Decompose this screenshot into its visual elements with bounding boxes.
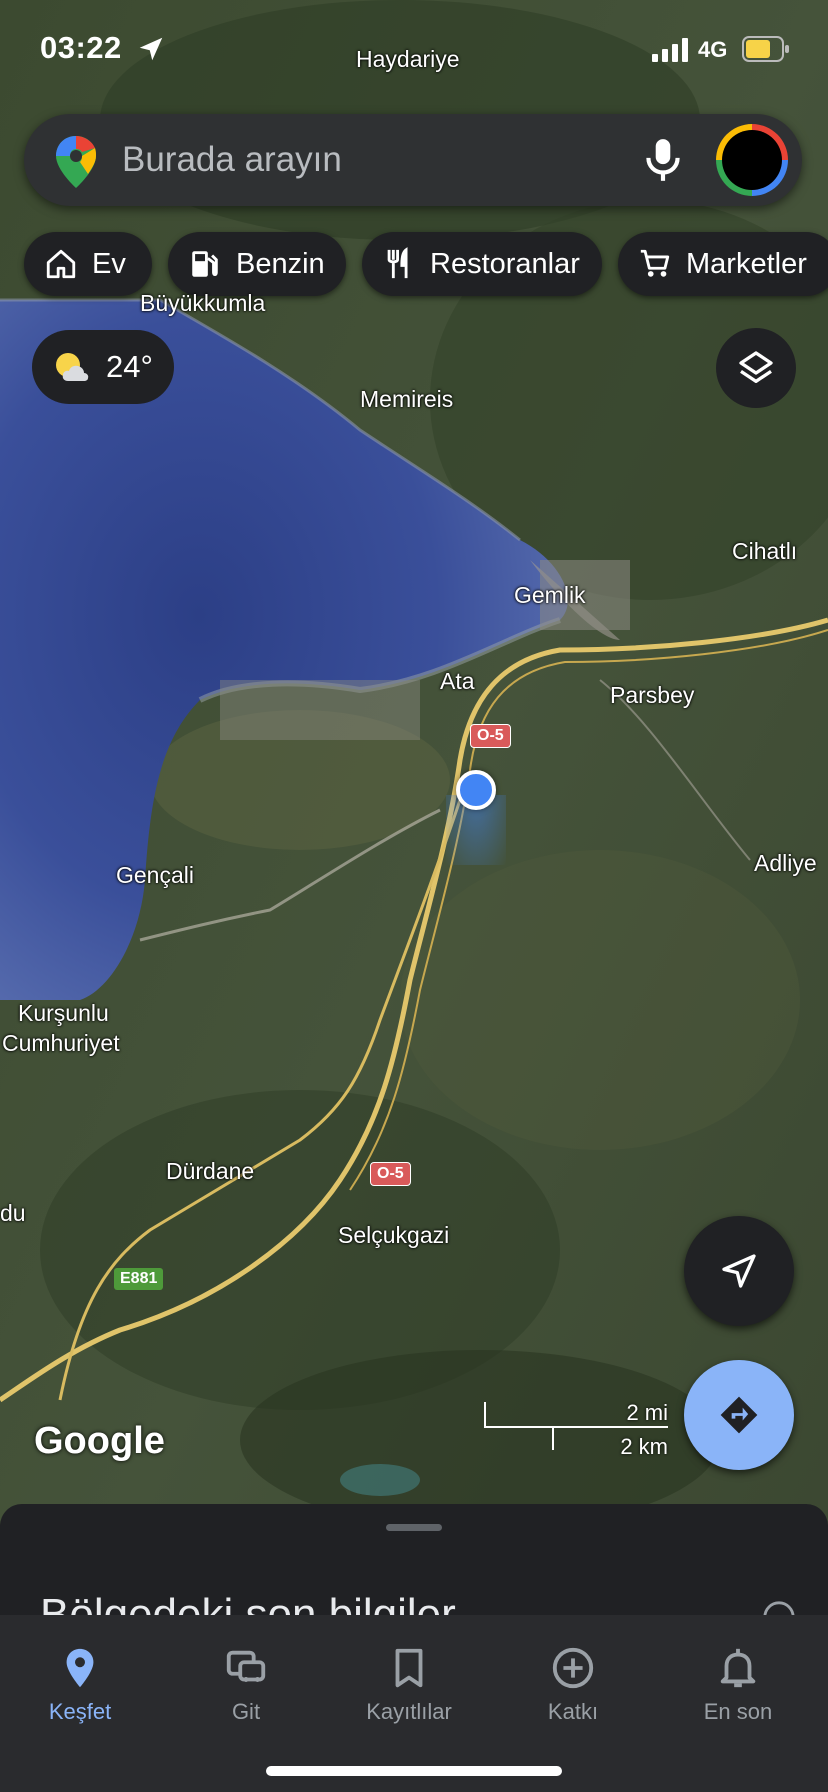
tab-go-label: Git [231,1699,261,1724]
map-label-kursunlu[interactable]: Kurşunlu [18,1000,109,1027]
account-avatar[interactable] [716,124,788,196]
tab-updates[interactable]: En son [668,1627,808,1737]
chip-markets-label: Marketler [686,247,807,280]
chip-restaurants-label: Restoranlar [430,247,580,280]
map-label-parsbey[interactable]: Parsbey [610,682,694,709]
map-label-ata[interactable]: Ata [440,668,475,695]
tab-saved[interactable]: Kayıtlılar [339,1627,479,1737]
layers-button[interactable] [716,328,796,408]
map-scale: 2 mi 2 km [484,1400,668,1459]
restaurant-icon [387,247,408,279]
add-circle-icon [552,1647,594,1689]
road-shield-o5: O-5 [470,724,511,748]
tab-updates-label: En son [703,1699,773,1724]
search-bar[interactable] [24,114,802,206]
gas-station-icon [192,251,218,277]
location-arrow-icon [139,37,163,61]
google-maps-pin-icon [56,136,96,188]
weather-chip[interactable]: 24° [32,330,174,404]
tab-contribute-label: Katkı [547,1699,599,1724]
map-label-selcukgazi[interactable]: Selçukgazi [338,1222,449,1249]
google-attribution: Google [34,1420,165,1462]
directions-button[interactable] [684,1360,794,1470]
signal-icon [652,38,688,62]
tab-explore[interactable]: Keşfet [10,1627,150,1737]
map-label-gemlik[interactable]: Gemlik [514,582,586,609]
cart-icon [640,249,670,277]
home-icon [46,249,76,279]
commute-icon [226,1650,266,1682]
chip-restaurants[interactable]: Restoranlar [362,232,602,296]
tab-contribute[interactable]: Katkı [503,1627,643,1737]
map-label-adliye[interactable]: Adliye [754,850,817,877]
status-time: 03:22 [40,30,122,65]
layers-icon [739,351,773,383]
scale-line [484,1426,668,1428]
map-label-cihatli[interactable]: Cihatlı [732,538,797,565]
current-location-dot[interactable] [456,770,496,810]
navigation-arrow-icon [722,1254,756,1288]
map-label-memireis[interactable]: Memireis [360,386,453,413]
my-location-button[interactable] [684,1216,794,1326]
map-label-cumhuriyet[interactable]: Cumhuriyet [2,1030,120,1057]
road-shield-e881: E881 [114,1268,164,1290]
battery-icon [742,36,789,62]
weather-temp: 24° [106,349,153,384]
scale-tick-start [484,1402,486,1428]
map-label-haydariye[interactable]: Haydariye [356,46,460,73]
home-indicator[interactable] [266,1766,562,1776]
bookmark-icon [395,1648,423,1688]
road-shield-o5-south: O-5 [370,1162,411,1186]
partly-cloudy-icon [56,353,89,381]
sheet-drag-handle[interactable] [386,1524,442,1531]
scale-kilometers: 2 km [620,1434,668,1459]
directions-icon [720,1396,758,1434]
search-input[interactable] [120,128,644,192]
explore-pin-icon [66,1648,94,1688]
bottom-sheet[interactable]: Bölgedeki son bilgiler [0,1504,828,1624]
chip-home-label: Ev [92,247,126,280]
microphone-icon[interactable] [638,134,688,186]
bell-icon [720,1648,756,1688]
map-label-buyukkumla[interactable]: Büyükkumla [140,290,265,317]
tab-go[interactable]: Git [176,1627,316,1737]
tab-explore-label: Keşfet [48,1699,112,1724]
network-type: 4G [698,37,728,62]
chip-gas[interactable]: Benzin [168,232,346,296]
tab-saved-label: Kayıtlılar [366,1699,452,1724]
map-label-du[interactable]: du [0,1200,26,1227]
scale-miles: 2 mi [626,1400,668,1425]
map-label-gencali[interactable]: Gençali [116,862,194,889]
chip-gas-label: Benzin [236,247,325,280]
scale-tick-km [552,1426,554,1450]
chip-home[interactable]: Ev [24,232,152,296]
chip-markets[interactable]: Marketler [618,232,828,296]
map-label-durdane[interactable]: Dürdane [166,1158,254,1185]
